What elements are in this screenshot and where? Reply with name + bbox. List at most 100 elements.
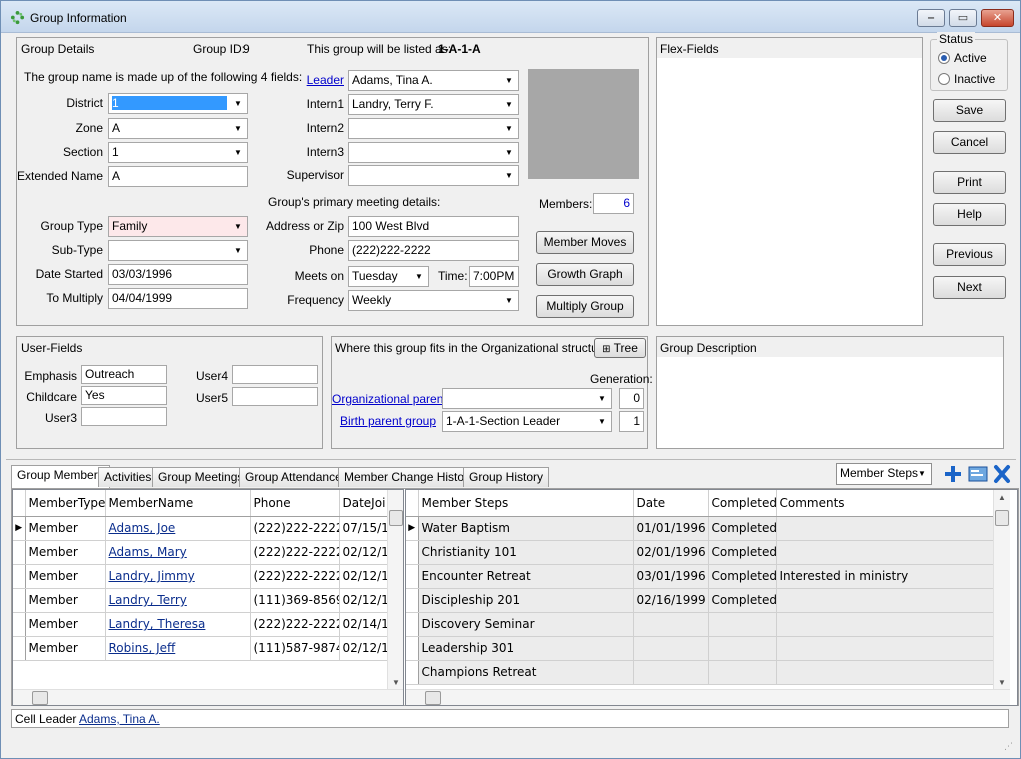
scrollbar-thumb[interactable] [425, 691, 441, 705]
meets-on-select[interactable]: Tuesday ▼ [348, 266, 429, 287]
delete-icon[interactable] [993, 464, 1011, 484]
member-name-link[interactable]: Adams, Mary [105, 540, 251, 565]
intern1-select[interactable]: Landry, Terry F. ▼ [348, 94, 519, 115]
table-row[interactable]: Member Robins, Jeff (111)587-9874 02/12/1 [13, 636, 389, 661]
table-row[interactable]: Champions Retreat [406, 660, 994, 685]
org-parent-select[interactable]: ▼ [442, 388, 612, 409]
member-name-link[interactable]: Landry, Theresa [105, 612, 251, 637]
leader-select[interactable]: Adams, Tina A. ▼ [348, 70, 519, 91]
table-row[interactable]: Discovery Seminar [406, 612, 994, 637]
resize-grip-icon[interactable]: ⋰ [1004, 742, 1016, 755]
user5-input[interactable] [232, 387, 318, 406]
group-description-panel: Group Description [656, 336, 1004, 449]
time-input[interactable]: 7:00PM [469, 266, 519, 287]
table-row[interactable]: Christianity 101 02/01/1996 Completed [406, 540, 994, 565]
scrollbar-thumb[interactable] [995, 510, 1009, 526]
member-name-link[interactable]: Adams, Joe [105, 516, 251, 541]
table-row[interactable]: Leadership 301 [406, 636, 994, 661]
phone-input[interactable]: (222)222-2222 [348, 240, 519, 261]
scrollbar-thumb[interactable] [389, 510, 403, 526]
sub-type-select[interactable]: ▼ [108, 240, 248, 261]
print-button[interactable]: Print [933, 171, 1006, 194]
status-inactive-radio[interactable] [938, 73, 950, 85]
intern2-select[interactable]: ▼ [348, 118, 519, 139]
tab-activities[interactable]: Activities [98, 467, 158, 487]
tab-member-change-history[interactable]: Member Change History [338, 467, 481, 487]
maximize-button[interactable]: ▭ [949, 9, 977, 27]
group-type-select[interactable]: Family ▼ [108, 216, 248, 237]
steps-vertical-scrollbar[interactable]: ▲ ▼ [993, 490, 1010, 689]
tree-button[interactable]: ⊞ Tree [594, 338, 646, 358]
supervisor-select[interactable]: ▼ [348, 165, 519, 186]
user3-input[interactable] [81, 407, 167, 426]
tab-group-members[interactable]: Group Members [11, 465, 110, 489]
childcare-input[interactable]: Yes [81, 386, 167, 405]
table-row[interactable]: Member Adams, Mary (222)222-2222 02/12/1 [13, 540, 389, 565]
column-header[interactable]: Comments [776, 490, 994, 517]
extended-name-input[interactable]: A [108, 166, 248, 187]
emphasis-input[interactable]: Outreach [81, 365, 167, 384]
section-label: Section [62, 145, 103, 159]
zone-select[interactable]: A ▼ [108, 118, 248, 139]
scroll-down-icon[interactable]: ▼ [994, 678, 1010, 687]
user-fields-title: User-Fields [21, 341, 83, 355]
add-icon[interactable] [943, 464, 963, 484]
minimize-button[interactable]: ‒ [917, 9, 945, 27]
steps-horizontal-scrollbar[interactable] [406, 689, 1010, 705]
edit-card-icon[interactable] [968, 465, 988, 483]
current-row-icon: ▶ [13, 516, 26, 541]
section-select[interactable]: 1 ▼ [108, 142, 248, 163]
column-header[interactable]: DateJoi [339, 490, 389, 517]
address-input[interactable]: 100 West Blvd [348, 216, 519, 237]
frequency-select[interactable]: Weekly ▼ [348, 290, 519, 311]
member-moves-button[interactable]: Member Moves [536, 231, 634, 254]
member-name-link[interactable]: Landry, Jimmy [105, 564, 251, 589]
member-name-link[interactable]: Robins, Jeff [105, 636, 251, 661]
table-row[interactable]: Member Landry, Jimmy (222)222-2222 02/12/1 [13, 564, 389, 589]
save-button[interactable]: Save [933, 99, 1006, 122]
user4-input[interactable] [232, 365, 318, 384]
members-horizontal-scrollbar[interactable] [13, 689, 403, 705]
previous-button[interactable]: Previous [933, 243, 1006, 266]
table-row[interactable]: ▶ Water Baptism 01/01/1996 Completed [406, 516, 994, 541]
multiply-group-button[interactable]: Multiply Group [536, 295, 634, 318]
group-photo[interactable] [528, 69, 639, 179]
intern3-select[interactable]: ▼ [348, 142, 519, 163]
growth-graph-button[interactable]: Growth Graph [536, 263, 634, 286]
column-header[interactable]: MemberName [105, 490, 251, 517]
member-steps-select[interactable]: Member Steps ▼ [836, 463, 932, 485]
table-row[interactable]: Member Landry, Terry (111)369-8569 02/12/1 [13, 588, 389, 613]
help-button[interactable]: Help [933, 203, 1006, 226]
column-header[interactable]: MemberType [25, 490, 106, 517]
table-row[interactable]: Encounter Retreat 03/01/1996 Completed Inte… [406, 564, 994, 589]
birth-parent-link[interactable]: Birth parent group [332, 414, 436, 428]
close-button[interactable]: ✕ [981, 9, 1014, 27]
leader-link[interactable]: Leader [257, 73, 344, 87]
cancel-button[interactable]: Cancel [933, 131, 1006, 154]
tab-group-attendance[interactable]: Group Attendance [239, 467, 348, 487]
table-row[interactable]: Discipleship 201 02/16/1999 Completed [406, 588, 994, 613]
column-header[interactable]: Member Steps [418, 490, 634, 517]
member-name-link[interactable]: Landry, Terry [105, 588, 251, 613]
status-active-radio[interactable] [938, 52, 950, 64]
group-description-text[interactable] [657, 357, 1003, 448]
scroll-up-icon[interactable]: ▲ [994, 493, 1010, 502]
column-header[interactable]: Completed [708, 490, 777, 517]
next-button[interactable]: Next [933, 276, 1006, 299]
tab-group-meetings[interactable]: Group Meetings [152, 467, 250, 487]
org-parent-link[interactable]: Organizational parent [332, 392, 447, 406]
column-header[interactable]: Date [633, 490, 709, 517]
cell-leader-link[interactable]: Adams, Tina A. [79, 712, 160, 726]
birth-parent-select[interactable]: 1-A-1-Section Leader ▼ [442, 411, 612, 432]
user3-label: User3 [44, 411, 77, 425]
table-row[interactable]: Member Landry, Theresa (222)222-2222 02/14/… [13, 612, 389, 637]
scroll-down-icon[interactable]: ▼ [388, 678, 403, 687]
scrollbar-thumb[interactable] [32, 691, 48, 705]
members-vertical-scrollbar[interactable]: ▼ [387, 490, 403, 689]
district-select[interactable]: 1 ▼ [108, 93, 248, 114]
table-row[interactable]: ▶ Member Adams, Joe (222)222-2222 07/15/1 [13, 516, 389, 541]
column-header[interactable]: Phone [250, 490, 340, 517]
to-multiply-input[interactable]: 04/04/1999 [108, 288, 248, 309]
tab-group-history[interactable]: Group History [463, 467, 550, 487]
date-started-input[interactable]: 03/03/1996 [108, 264, 248, 285]
